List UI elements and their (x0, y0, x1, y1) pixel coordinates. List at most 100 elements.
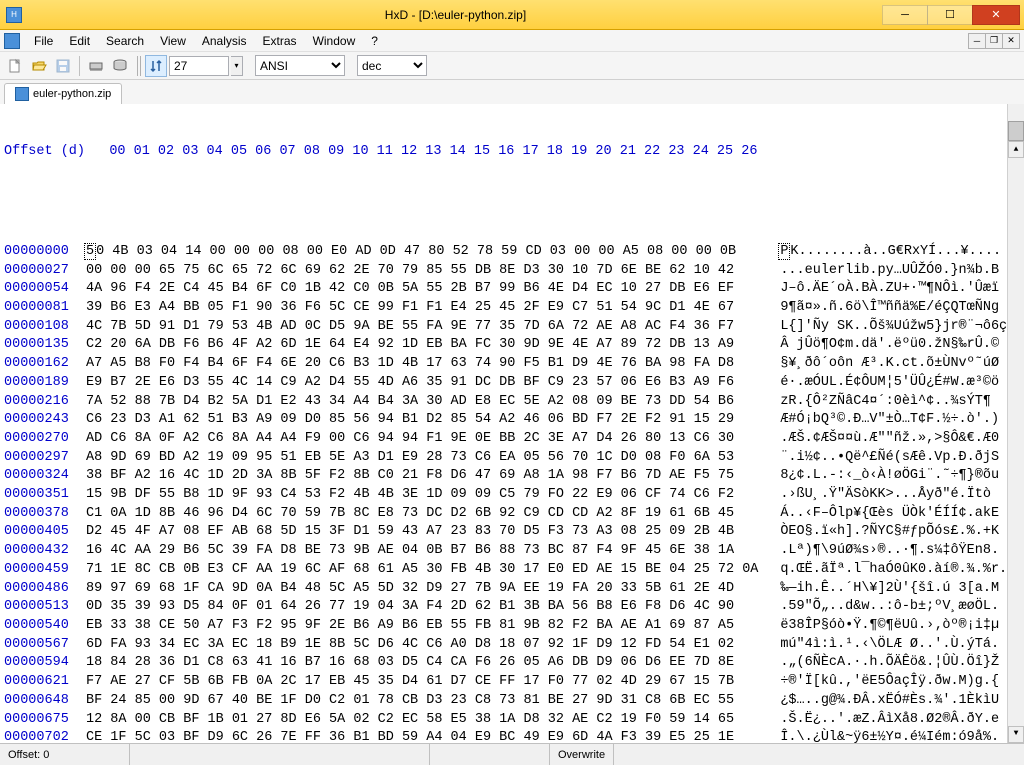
ascii-cell[interactable]: zR.{Ô²ZÑâC4¤´:0­èì^¢..¾sÝT¶ (780, 393, 991, 412)
ascii-cell[interactable]: ¨.i½¢..•Që^£Ñé(sÆê.Vp.Ð.ðjS (780, 449, 999, 468)
hex-cell[interactable]: BF 24 85 00 9D 67 40 BE 1F D0 C2 01 78 C… (86, 692, 756, 711)
hex-row[interactable]: 000002167A 52 88 7B D4 B2 5A D1 E2 43 34… (4, 393, 1020, 412)
hex-row[interactable]: 0000035115 9B DF 55 B8 1D 9F 93 C4 53 F2… (4, 486, 1020, 505)
close-button[interactable]: ✕ (972, 5, 1020, 25)
charset-select[interactable]: ANSI (255, 55, 345, 76)
ascii-cell[interactable]: ÷®'Ï[kû.,'ëE5ÔaçÎÿ.ðw.M)g.{ (780, 673, 999, 692)
menu-search[interactable]: Search (98, 32, 152, 50)
ascii-cell[interactable]: PK........à..G€RxYÍ...¥.... (780, 243, 1001, 262)
hex-row[interactable]: 00000243C6 23 D3 A1 62 51 B3 A9 09 D0 85… (4, 411, 1020, 430)
ascii-cell[interactable]: Æ#Ó¡bQ³©.Ð…V"±Ò…T¢F.½÷.ò'.) (780, 411, 999, 430)
ascii-cell[interactable]: 9¶ã¤».ñ.6ö\Î™ññä%E/éÇQTœÑNg (780, 299, 999, 318)
ascii-cell[interactable]: ë38ÎP§óò•Ÿ.¶©¶ëUû.›‚òº®¡i‡µ (780, 617, 999, 636)
bytes-per-row-input[interactable] (169, 56, 229, 76)
hex-cell[interactable]: 0D 35 39 93 D5 84 0F 01 64 26 77 19 04 3… (86, 598, 756, 617)
hex-cell[interactable]: 7A 52 88 7B D4 B2 5A D1 E2 43 34 A4 B4 3… (86, 393, 756, 412)
hex-row[interactable]: 0000059418 84 28 36 D1 C8 63 41 16 B7 16… (4, 654, 1020, 673)
hex-cell[interactable]: 4A 96 F4 2E C4 45 B4 6F C0 1B 42 C0 0B 5… (86, 280, 756, 299)
hex-row[interactable]: 00000702CE 1F 5C 03 BF D9 6C 26 7E FF 36… (4, 729, 1020, 743)
hex-cell[interactable]: C2 20 6A DB F6 B6 4F A2 6D 1E 64 E4 92 1… (86, 336, 756, 355)
maximize-button[interactable]: ☐ (927, 5, 973, 25)
toolbar-grip[interactable] (137, 56, 143, 76)
hex-cell[interactable]: C1 0A 1D 8B 46 96 D4 6C 70 59 7B 8C E8 7… (86, 505, 756, 524)
hex-cell[interactable]: 89 97 69 68 1F CA 9D 0A B4 48 5C A5 5D 3… (86, 580, 756, 599)
mdi-minimize[interactable]: ─ (968, 33, 986, 49)
menu-help[interactable]: ? (363, 32, 386, 50)
hex-row[interactable]: 000001084C 7B 5D 91 D1 79 53 4B AD 0C D5… (4, 318, 1020, 337)
ascii-cell[interactable]: .„(6ÑÈcA.·.h.ÕÄÊö&.¦ÛÙ.Öî}Ž (780, 654, 999, 673)
hex-row[interactable]: 0000032438 BF A2 16 4C 1D 2D 3A 8B 5F F2… (4, 467, 1020, 486)
hex-row[interactable]: 0000000050 4B 03 04 14 00 00 00 08 00 E0… (4, 243, 1020, 262)
hex-row[interactable]: 0000008139 B6 E3 A4 BB 05 F1 90 36 F6 5C… (4, 299, 1020, 318)
ascii-cell[interactable]: Â jÛö¶O¢m.dä'.ëºü0.žN§‰rÛ.© (780, 336, 999, 355)
ascii-cell[interactable]: .›ßU¸.Ÿ"ÄSòKK>...Åyð"é.Ïtò (780, 486, 991, 505)
ascii-cell[interactable]: .Š.Ë¿..'.æZ.ÂìXå8.Ø2®Â.ðY.e (780, 711, 999, 730)
ascii-cell[interactable]: ¿$…..g@¾.ÐÂ.xËÓ#Ès.¾'.1ÈkìU (780, 692, 999, 711)
hex-row[interactable]: 00000297A8 9D 69 BD A2 19 09 95 51 EB 5E… (4, 449, 1020, 468)
hex-row[interactable]: 0000048689 97 69 68 1F CA 9D 0A B4 48 5C… (4, 580, 1020, 599)
hex-row[interactable]: 00000135C2 20 6A DB F6 B6 4F A2 6D 1E 64… (4, 336, 1020, 355)
hex-cell[interactable]: 50 4B 03 04 14 00 00 00 08 00 E0 AD 0D 4… (86, 243, 756, 262)
hex-cell[interactable]: C6 23 D3 A1 62 51 B3 A9 09 D0 85 56 94 B… (86, 411, 756, 430)
ascii-cell[interactable]: 8¿¢.L.-:‹_ò‹À!øÖGi¨.˜÷¶}®õu (780, 467, 999, 486)
hex-row[interactable]: 00000189E9 B7 2E E6 D3 55 4C 14 C9 A2 D4… (4, 374, 1020, 393)
menu-file[interactable]: File (26, 32, 61, 50)
ascii-cell[interactable]: L{]'Ñy SK.­.Õš¾Uúžw5}jr®¨¬ô6ç (780, 318, 1007, 337)
hex-row[interactable]: 00000648BF 24 85 00 9D 67 40 BE 1F D0 C2… (4, 692, 1020, 711)
hex-cell[interactable]: 18 84 28 36 D1 C8 63 41 16 B7 16 68 03 D… (86, 654, 756, 673)
mdi-close[interactable]: ✕ (1002, 33, 1020, 49)
scroll-up-button[interactable]: ▲ (1008, 141, 1024, 158)
hex-row[interactable]: 000005130D 35 39 93 D5 84 0F 01 64 26 77… (4, 598, 1020, 617)
ascii-cell[interactable]: ÒEO§.ï«h].?ÑYC§#ƒpÕós£.%.+K (780, 523, 999, 542)
hex-cell[interactable]: F7 AE 27 CF 5B 6B FB 0A 2C 17 EB 45 35 D… (86, 673, 756, 692)
hex-cell[interactable]: 12 8A 00 CB BF 1B 01 27 8D E6 5A 02 C2 E… (86, 711, 756, 730)
ascii-cell[interactable]: q.ŒË.ãÏª.l¯haÓ0ûK0.àí®.¾.%r. (780, 561, 1007, 580)
ascii-cell[interactable]: Î.\.¿Ùl&~ÿ6±½Y¤.é¼Iém:ó9å%. (780, 729, 999, 743)
hex-cell[interactable]: 71 1E 8C CB 0B E3 CF AA 19 6C AF 68 61 A… (86, 561, 756, 580)
ascii-cell[interactable]: mú"4ì:ì.¹.‹\ÖLÆ Ø..'.Ù.ýTá. (780, 636, 999, 655)
base-select[interactable]: dec (357, 55, 427, 76)
menu-window[interactable]: Window (305, 32, 364, 50)
ascii-cell[interactable]: ‰—ih.Ê..´H\¥]2Ù'{šî.ú 3[a.M (780, 580, 999, 599)
hex-row[interactable]: 00000162A7 A5 B8 F0 F4 B4 6F F4 6E 20 C6… (4, 355, 1020, 374)
hex-row[interactable]: 00000540EB 33 38 CE 50 A7 F3 F2 95 9F 2E… (4, 617, 1020, 636)
menu-edit[interactable]: Edit (61, 32, 98, 50)
ascii-cell[interactable]: .ÆŠ.¢ÆŠ¤¤ù.Æ""ñž.»,>§Ô&€.Æ0 (780, 430, 999, 449)
ascii-cell[interactable]: .Lª)¶\9úØ¾s›®..·¶.s¼‡ôŸEn8. (780, 542, 999, 561)
hex-cell[interactable]: 38 BF A2 16 4C 1D 2D 3A 8B 5F F2 8B C0 2… (86, 467, 756, 486)
save-button[interactable] (52, 55, 74, 77)
hex-cell[interactable]: A7 A5 B8 F0 F4 B4 6F F4 6E 20 C6 B3 1D 4… (86, 355, 756, 374)
minimize-button[interactable]: ─ (882, 5, 928, 25)
hex-row[interactable]: 00000621F7 AE 27 CF 5B 6B FB 0A 2C 17 EB… (4, 673, 1020, 692)
hex-cell[interactable]: 39 B6 E3 A4 BB 05 F1 90 36 F6 5C CE 99 F… (86, 299, 756, 318)
ascii-cell[interactable]: .59"Õ„..d&w..:ô-b±;ºV¸æøÖL. (780, 598, 999, 617)
hex-cell[interactable]: 15 9B DF 55 B8 1D 9F 93 C4 53 F2 4B 4B 3… (86, 486, 756, 505)
disk-button[interactable] (109, 55, 131, 77)
menu-extras[interactable]: Extras (255, 32, 305, 50)
hex-row[interactable]: 000000544A 96 F4 2E C4 45 B4 6F C0 1B 42… (4, 280, 1020, 299)
open-button[interactable] (28, 55, 50, 77)
hex-row[interactable]: 00000270AD C6 8A 0F A2 C6 8A A4 A4 F9 00… (4, 430, 1020, 449)
hex-cell[interactable]: EB 33 38 CE 50 A7 F3 F2 95 9F 2E B6 A9 B… (86, 617, 756, 636)
menu-analysis[interactable]: Analysis (194, 32, 255, 50)
hex-cell[interactable]: 6D FA 93 34 EC 3A EC 18 B9 1E 8B 5C D6 4… (86, 636, 756, 655)
hex-cell[interactable]: 16 4C AA 29 B6 5C 39 FA D8 BE 73 9B AE 0… (86, 542, 756, 561)
ram-button[interactable] (85, 55, 107, 77)
hex-view[interactable]: Offset (d) 00 01 02 03 04 05 06 07 08 09… (0, 104, 1024, 743)
ascii-cell[interactable]: J–ô.ÄE´oÀ.BÀ.ZU+·™¶NÔì.'Ûæï (780, 280, 999, 299)
tab-file[interactable]: euler-python.zip (4, 83, 122, 104)
app-menu-icon[interactable] (4, 33, 20, 49)
ascii-cell[interactable]: é·.æÓUL.É¢ÔUM¦5'ÜÛ¿É#W.æ³©ö (780, 374, 999, 393)
scroll-thumb[interactable] (1008, 121, 1024, 141)
hex-row[interactable]: 00000378C1 0A 1D 8B 46 96 D4 6C 70 59 7B… (4, 505, 1020, 524)
hex-row[interactable]: 00000405D2 45 4F A7 08 EF AB 68 5D 15 3F… (4, 523, 1020, 542)
hex-row[interactable]: 0000067512 8A 00 CB BF 1B 01 27 8D E6 5A… (4, 711, 1020, 730)
mdi-restore[interactable]: ❐ (985, 33, 1003, 49)
new-button[interactable] (4, 55, 26, 77)
arrows-icon[interactable] (145, 55, 167, 77)
bytes-per-row-dropdown[interactable]: ▾ (231, 56, 243, 76)
hex-row[interactable]: 0000045971 1E 8C CB 0B E3 CF AA 19 6C AF… (4, 561, 1020, 580)
ascii-cell[interactable]: §¥¸ðô´oôn Æ³.K.ct.õ±ÙNvº˜úØ (780, 355, 999, 374)
ascii-cell[interactable]: ...eulerlib.py…UÛŽÓ0.}n¾b.B (780, 262, 999, 281)
hex-cell[interactable]: D2 45 4F A7 08 EF AB 68 5D 15 3F D1 59 4… (86, 523, 756, 542)
